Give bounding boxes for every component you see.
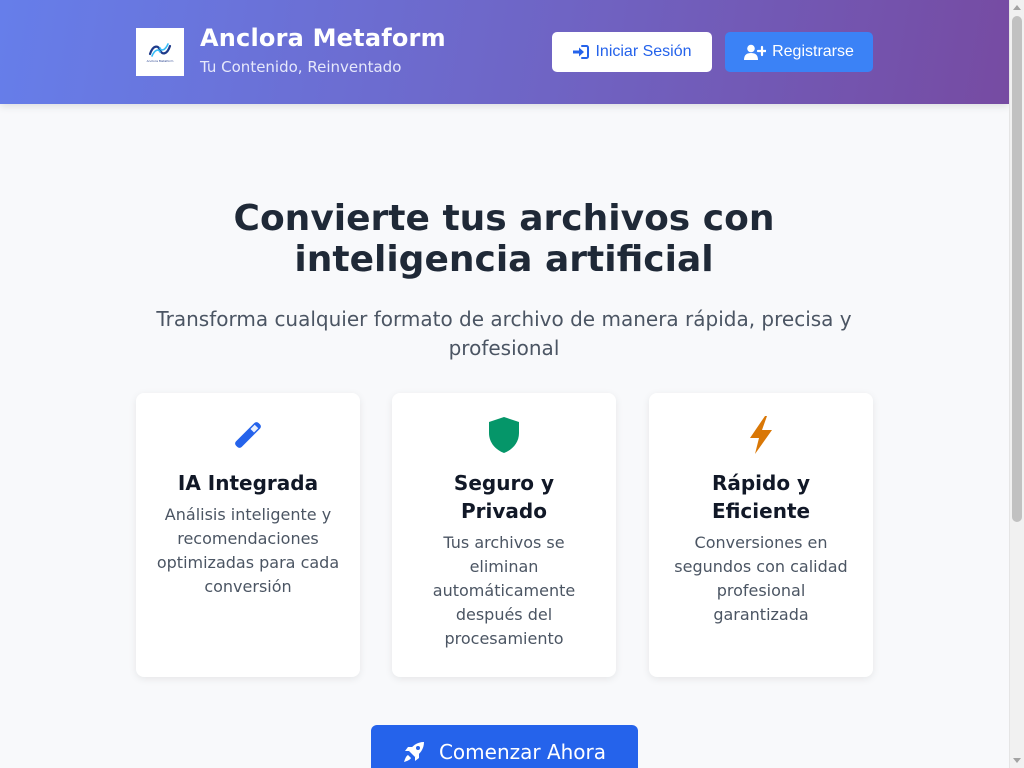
page-scrollbar[interactable]: [1009, 0, 1024, 768]
hero-subtitle: Transforma cualquier formato de archivo …: [156, 307, 852, 360]
rocket-icon: [403, 741, 425, 763]
hero-title-line-2: inteligencia artificial: [294, 239, 714, 280]
register-label: Registrarse: [772, 43, 854, 60]
feature-title: IA Integrada: [177, 471, 319, 495]
viewport: Anclora Metaform Anclora Metaform Tu Con…: [0, 0, 1024, 768]
logo-mark-icon: [148, 43, 172, 57]
start-now-button[interactable]: Comenzar Ahora: [371, 725, 638, 768]
login-button[interactable]: Iniciar Sesión: [552, 32, 712, 72]
logo-text: Anclora Metaform: [146, 59, 174, 63]
hero-title-line-1: Convierte tus archivos con: [233, 198, 775, 239]
brand-logo[interactable]: Anclora Metaform: [136, 28, 184, 76]
user-plus-icon: [744, 44, 767, 60]
feature-card-security: Seguro y Privado Tus archivos se elimina…: [392, 393, 616, 677]
page: Anclora Metaform Anclora Metaform Tu Con…: [0, 0, 1009, 768]
top-header: Anclora Metaform Anclora Metaform Tu Con…: [0, 0, 1009, 104]
scroll-up-arrow-icon[interactable]: [1013, 5, 1021, 10]
shield-icon: [392, 415, 616, 455]
brand-title[interactable]: Anclora Metaform: [200, 24, 446, 52]
feature-card-speed: Rápido y Eficiente Conversiones en segun…: [649, 393, 873, 677]
feature-description: Conversiones en segundos con calidad pro…: [674, 533, 848, 624]
start-now-label: Comenzar Ahora: [438, 740, 607, 764]
magic-wand-icon: [136, 415, 360, 455]
hero-title: Convierte tus archivos con inteligencia …: [204, 198, 804, 280]
feature-description: Análisis inteligente y recomendaciones o…: [156, 505, 340, 596]
sign-in-icon: [572, 44, 590, 60]
lightning-icon: [649, 415, 873, 455]
feature-title: Seguro y Privado: [453, 471, 555, 523]
scrollbar-thumb[interactable]: [1012, 16, 1022, 522]
feature-description: Tus archivos se eliminan automáticamente…: [432, 533, 576, 648]
brand-subtitle: Tu Contenido, Reinventado: [200, 58, 402, 76]
feature-title: Rápido y Eficiente: [711, 471, 811, 523]
register-button[interactable]: Registrarse: [725, 32, 873, 72]
feature-card-ai: IA Integrada Análisis inteligente y reco…: [136, 393, 360, 677]
login-label: Iniciar Sesión: [595, 43, 692, 60]
scroll-down-arrow-icon[interactable]: [1013, 758, 1021, 763]
